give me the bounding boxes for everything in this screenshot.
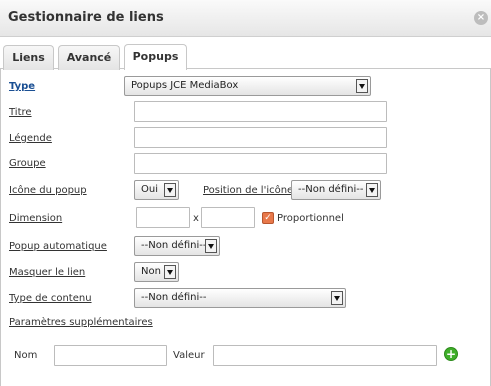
- groupe-input[interactable]: [134, 153, 387, 174]
- contenu-select[interactable]: --Non défini--: [134, 288, 346, 308]
- chevron-down-icon: [205, 239, 217, 253]
- groupe-label: Groupe: [9, 158, 46, 169]
- valeur-label: Valeur: [173, 350, 205, 361]
- params-label: Paramètres supplémentaires: [9, 317, 153, 328]
- dialog-title: Gestionnaire de liens: [8, 10, 164, 25]
- valeur-input[interactable]: [213, 345, 437, 366]
- chevron-down-icon: [164, 265, 176, 279]
- plus-circle-icon[interactable]: +: [444, 347, 458, 361]
- dialog-titlebar: Gestionnaire de liens ×: [0, 0, 491, 37]
- proportionnel-checkbox[interactable]: ✓: [262, 212, 274, 224]
- masquer-select[interactable]: Non: [134, 262, 179, 282]
- titre-input[interactable]: [134, 101, 387, 122]
- contenu-label: Type de contenu: [9, 293, 92, 304]
- nom-input[interactable]: [54, 345, 167, 366]
- close-icon[interactable]: ×: [474, 11, 488, 25]
- auto-select[interactable]: --Non défini--: [134, 236, 220, 256]
- titre-label: Titre: [9, 107, 32, 118]
- icone-label: Icône du popup: [9, 185, 87, 196]
- chevron-down-icon: [356, 79, 368, 93]
- chevron-down-icon: [366, 183, 378, 197]
- width-input[interactable]: [136, 207, 190, 228]
- icone-select[interactable]: Oui: [134, 180, 179, 200]
- tab-popups[interactable]: Popups: [124, 44, 187, 70]
- chevron-down-icon: [164, 183, 176, 197]
- type-select[interactable]: Popups JCE MediaBox: [124, 76, 371, 96]
- dimension-separator: x: [193, 213, 199, 224]
- type-label: Type: [9, 81, 36, 92]
- nom-label: Nom: [14, 350, 38, 361]
- height-input[interactable]: [201, 207, 255, 228]
- masquer-label: Masquer le lien: [9, 267, 86, 278]
- chevron-down-icon: [331, 291, 343, 305]
- dimension-label: Dimension: [9, 213, 63, 224]
- tab-bar: Liens Avancé Popups: [0, 43, 491, 70]
- legende-label: Légende: [9, 133, 52, 144]
- position-select[interactable]: --Non défini--: [291, 180, 381, 200]
- tab-avance[interactable]: Avancé: [58, 45, 120, 70]
- proportionnel-label: Proportionnel: [277, 213, 344, 224]
- legende-input[interactable]: [134, 127, 387, 148]
- position-label: Position de l'icône: [203, 185, 294, 196]
- tab-liens[interactable]: Liens: [3, 45, 54, 70]
- auto-label: Popup automatique: [9, 241, 107, 252]
